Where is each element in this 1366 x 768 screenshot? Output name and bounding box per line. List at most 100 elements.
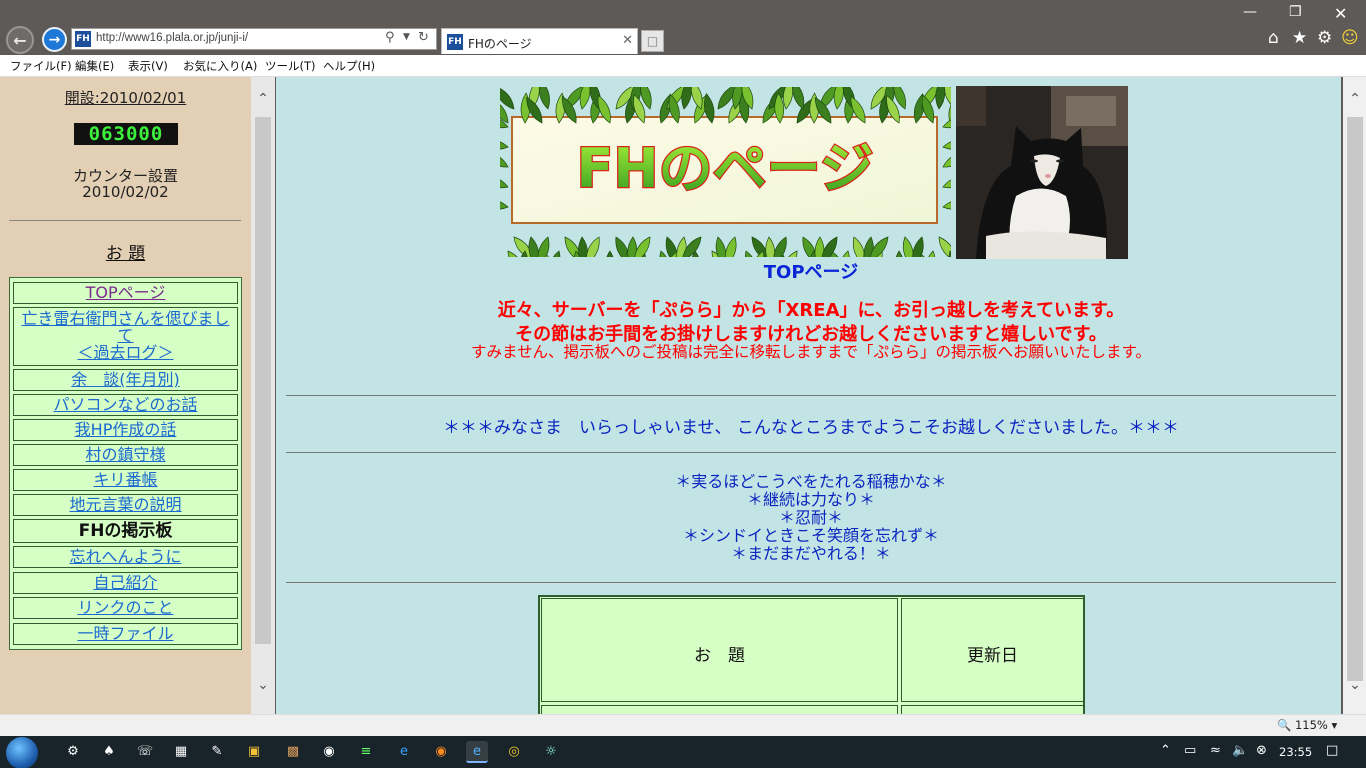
table-header-label: お 題 xyxy=(694,646,745,666)
terminal-icon[interactable]: ≡ xyxy=(355,741,377,763)
scroll-down-icon[interactable]: ⌄ xyxy=(1343,677,1366,693)
sidebar-item-memorial[interactable]: 亡き雷右衛門さんを偲びまして ＜過去ログ＞ xyxy=(13,307,238,366)
chrome-icon[interactable]: ◎ xyxy=(503,741,525,763)
sidebar-item-label: FHの掲示板 xyxy=(78,521,173,541)
refresh-icon[interactable]: ↻ xyxy=(418,30,429,45)
minimize-icon[interactable]: — xyxy=(1243,4,1257,20)
volume-icon[interactable]: 🔈 xyxy=(1232,743,1248,758)
scroll-up-icon[interactable]: ⌃ xyxy=(1343,91,1366,107)
site-favicon: FH xyxy=(75,31,91,47)
forward-button[interactable]: → xyxy=(42,27,67,52)
leaf-shape xyxy=(500,175,509,189)
left-scroll-thumb[interactable] xyxy=(255,117,271,644)
tab-title: FHのページ xyxy=(468,37,532,51)
scroll-down-icon[interactable]: ⌄ xyxy=(251,677,275,693)
tab-current[interactable]: FH FHのページ ✕ xyxy=(441,28,638,54)
sidebar-item-pc[interactable]: パソコンなどのお話 xyxy=(13,394,238,416)
menu-file[interactable]: ファイル(F) xyxy=(10,58,72,74)
menu-view[interactable]: 表示(V) xyxy=(128,58,168,74)
clock[interactable]: 23:55 xyxy=(1279,745,1312,759)
phone-icon[interactable]: ☏ xyxy=(134,741,156,763)
address-bar[interactable]: FH http://www16.plala.or.jp/junji-i/ ⚲ ▼… xyxy=(71,28,437,50)
firefox-icon[interactable]: ◉ xyxy=(430,741,452,763)
sidebar-item-label: リンクのこと xyxy=(77,598,174,617)
tab-favicon: FH xyxy=(447,34,463,50)
main-scroll-thumb[interactable] xyxy=(1347,117,1363,681)
leaf-shape xyxy=(942,151,951,168)
start-button[interactable] xyxy=(6,737,38,768)
settings-gear-icon[interactable]: ⚙ xyxy=(62,741,84,763)
restore-icon[interactable]: ❐ xyxy=(1289,4,1302,20)
new-tab-button[interactable]: □ xyxy=(641,30,664,52)
leaf-shape xyxy=(938,236,951,257)
sidebar-item-top[interactable]: TOPページ xyxy=(13,282,238,304)
divider xyxy=(286,395,1336,396)
sidebar-item-memo[interactable]: 忘れへんように xyxy=(13,546,238,568)
cat-photo xyxy=(956,86,1128,259)
sidebar-item-links[interactable]: リンクのこと xyxy=(13,597,238,619)
folder-icon[interactable]: ▣ xyxy=(243,741,265,763)
favorites-star-icon[interactable]: ★ xyxy=(1292,28,1307,48)
menu-help[interactable]: ヘルプ(H) xyxy=(323,58,375,74)
solitaire-icon[interactable]: ♠ xyxy=(98,741,120,763)
back-button[interactable]: ← xyxy=(6,26,34,54)
notification-x-icon[interactable]: ⊗ xyxy=(1256,743,1267,758)
edge-icon[interactable]: e xyxy=(393,741,415,763)
menu-edit[interactable]: 編集(E) xyxy=(75,58,114,74)
address-url[interactable]: http://www16.plala.or.jp/junji-i/ xyxy=(96,32,248,44)
gear-icon[interactable]: ⚙ xyxy=(1317,28,1332,48)
battery-icon[interactable]: ▭ xyxy=(1184,743,1196,758)
notepad-icon[interactable]: ✎ xyxy=(206,741,228,763)
sidebar-item-hp[interactable]: 我HP作成の話 xyxy=(13,419,238,441)
menu-bar: ファイル(F) 編集(E) 表示(V) お気に入り(A) ツール(T) ヘルプ(… xyxy=(0,55,1366,77)
sidebar-item-profile[interactable]: 自己紹介 xyxy=(13,572,238,594)
home-icon[interactable]: ⌂ xyxy=(1268,28,1279,48)
browser-chrome: — ❐ ✕ ← → FH http://www16.plala.or.jp/ju… xyxy=(0,0,1366,55)
sidebar-item-kiriban[interactable]: キリ番帳 xyxy=(13,469,238,491)
counter-date: 2010/02/02 xyxy=(82,183,169,201)
sidebar-item-shrine[interactable]: 村の鎮守様 xyxy=(13,444,238,466)
new-tab-icon: □ xyxy=(646,34,659,48)
internet-explorer-icon[interactable]: e xyxy=(466,741,488,763)
sidebar-item-label: キリ番帳 xyxy=(93,470,158,489)
menu-tools[interactable]: ツール(T) xyxy=(265,58,316,74)
wifi-icon[interactable]: ≈ xyxy=(1210,743,1221,758)
close-window-icon[interactable]: ✕ xyxy=(1334,4,1347,23)
menu-favorites[interactable]: お気に入り(A) xyxy=(183,58,257,74)
leaf-shape xyxy=(838,250,850,257)
app-icon[interactable]: ☼ xyxy=(540,741,562,763)
table-row xyxy=(901,705,1084,714)
opened-date: 開設:2010/02/01 xyxy=(64,89,187,107)
sidebar-item-label: 亡き雷右衛門さんを偲びまして xyxy=(21,309,230,345)
top-page-link[interactable]: TOPページ xyxy=(276,258,1341,284)
action-center-icon[interactable]: □ xyxy=(1326,743,1338,758)
sidebar-item-bbs[interactable]: FHの掲示板 xyxy=(13,519,238,543)
sidebar-item-label: 村の鎮守様 xyxy=(85,445,166,464)
dropdown-icon[interactable]: ▼ xyxy=(403,32,410,42)
tab-close-icon[interactable]: ✕ xyxy=(622,33,633,48)
welcome-message: ＊＊＊みなさま いらっしゃいませ、 こんなところまでようこそお越しくださいました… xyxy=(443,418,1179,438)
notice-line: すみません、掲示板へのご投稿は完全に移転しますまで「ぷらら」の掲示板へお願いいた… xyxy=(471,343,1151,361)
sidebar-item-label: 我HP作成の話 xyxy=(74,420,177,439)
leaf-shape xyxy=(942,199,951,210)
site-banner: FHのページ xyxy=(500,87,951,257)
table-header-topic: お 題 xyxy=(541,598,898,702)
sidebar-item-label: 余 談(年月別) xyxy=(71,370,180,389)
scroll-up-icon[interactable]: ⌃ xyxy=(251,91,275,107)
smiley-feedback-icon[interactable]: ☺ xyxy=(1341,28,1359,48)
sidebar-item-yodan[interactable]: 余 談(年月別) xyxy=(13,369,238,391)
table-header-label: 更新日 xyxy=(967,646,1018,666)
search-icon[interactable]: ⚲ xyxy=(385,30,395,45)
update-table: お 題 更新日 xyxy=(538,595,1085,714)
zoom-level[interactable]: 🔍 115% ▾ xyxy=(1277,718,1337,732)
leaf-shape xyxy=(942,139,951,150)
chevron-up-icon[interactable]: ⌃ xyxy=(1160,743,1171,758)
calculator-icon[interactable]: ▦ xyxy=(170,741,192,763)
game-icon[interactable]: ◉ xyxy=(318,741,340,763)
sidebar-item-dialect[interactable]: 地元言葉の説明 xyxy=(13,494,238,516)
main-scrollbar[interactable]: ⌃ ⌄ xyxy=(1343,77,1366,714)
arrow-right-icon: → xyxy=(48,31,61,48)
sidebar-item-temp[interactable]: 一時ファイル xyxy=(13,623,238,645)
left-scrollbar[interactable]: ⌃ ⌄ xyxy=(251,77,275,714)
archive-icon[interactable]: ▩ xyxy=(282,741,304,763)
